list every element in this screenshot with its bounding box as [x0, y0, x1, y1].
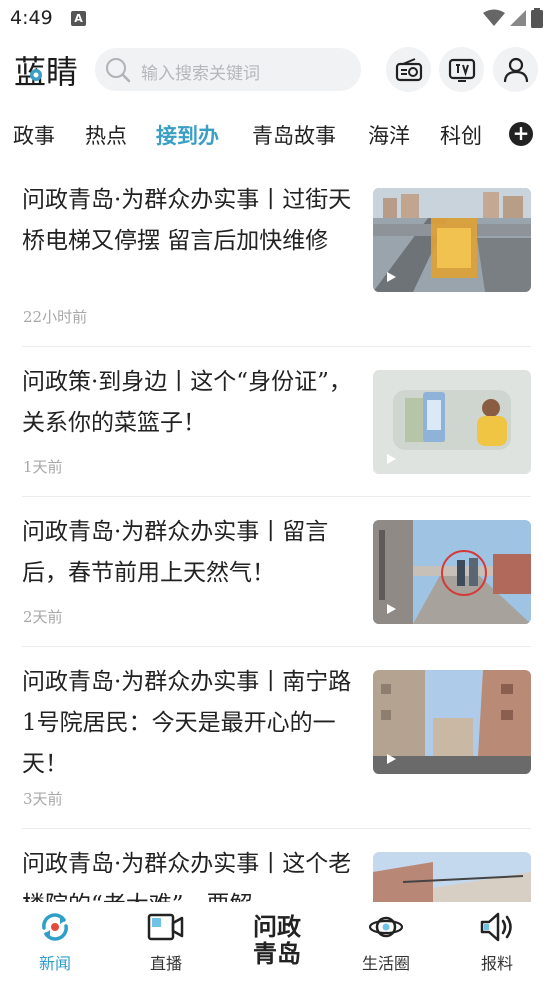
- battery-icon: [531, 8, 543, 28]
- list-item[interactable]: 问政策·到身边丨这个“身份证”，关系你的菜篮子！ 1天前: [22, 362, 531, 482]
- tab-hot[interactable]: 热点: [85, 120, 127, 150]
- refresh-news-icon: [42, 913, 68, 941]
- signal-icon: [510, 10, 526, 26]
- add-channel-icon[interactable]: +: [509, 122, 533, 146]
- divider: [22, 828, 531, 829]
- news-thumbnail: [373, 188, 531, 292]
- news-thumbnail: [373, 852, 531, 902]
- play-icon: [387, 272, 396, 282]
- list-item[interactable]: 问政青岛·为群众办实事丨这个老楼院的“老大难”，要解: [22, 844, 531, 902]
- svg-text:蓝睛: 蓝睛: [14, 53, 78, 90]
- status-time: 4:49: [10, 7, 53, 29]
- news-time: 2天前: [23, 608, 63, 626]
- channel-tabs: 政事 热点 接到办 青岛故事 海洋 科创 +: [0, 112, 553, 158]
- bottom-navigation: 新闻 直播 问政 青岛 生活圈 报料: [0, 902, 553, 984]
- speaker-icon: [480, 912, 512, 942]
- news-title: 问政青岛·为群众办实事丨这个老楼院的“老大难”，要解: [22, 851, 352, 902]
- notification-icon: A: [71, 11, 86, 26]
- list-item[interactable]: 问政青岛·为群众办实事丨南宁路1号院居民：今天是最开心的一天！ 3天前: [22, 662, 531, 812]
- divider: [22, 646, 531, 647]
- user-button[interactable]: [493, 47, 538, 92]
- tv-button[interactable]: [439, 47, 484, 92]
- news-time: 1天前: [23, 458, 63, 476]
- news-list: 问政青岛·为群众办实事丨过街天桥电梯又停摆 留言后加快维修 22小时前 问政策·…: [0, 170, 553, 902]
- status-icons: [483, 8, 543, 28]
- list-item[interactable]: 问政青岛·为群众办实事丨留言后，春节前用上天然气！ 2天前: [22, 512, 531, 632]
- app-logo: 蓝睛: [14, 53, 78, 90]
- news-title: 问政青岛·为群众办实事丨留言后，春节前用上天然气！: [22, 519, 329, 586]
- divider: [22, 496, 531, 497]
- video-camera-icon: [147, 913, 184, 941]
- nav-life-circle[interactable]: 生活圈: [346, 910, 426, 974]
- app-header: 蓝睛 输入搜索关键词: [0, 42, 553, 100]
- nav-report[interactable]: 报料: [457, 910, 537, 974]
- news-thumbnail: [373, 520, 531, 624]
- news-time: 3天前: [23, 790, 63, 808]
- nav-center-line1: 问政: [253, 913, 301, 941]
- news-thumbnail: [373, 670, 531, 774]
- nav-label: 报料: [480, 954, 513, 973]
- news-time: 22小时前: [23, 308, 88, 326]
- tab-jiedaoban[interactable]: 接到办: [156, 120, 219, 150]
- radio-button[interactable]: [386, 47, 431, 92]
- wifi-icon: [483, 9, 505, 26]
- nav-news[interactable]: 新闻: [15, 910, 95, 974]
- play-icon: [387, 754, 396, 764]
- tab-ocean[interactable]: 海洋: [368, 120, 410, 150]
- nav-label: 直播: [149, 954, 182, 973]
- search-icon: [106, 58, 131, 83]
- news-thumbnail: [373, 370, 531, 474]
- radio-icon: [395, 57, 422, 81]
- nav-live[interactable]: 直播: [126, 910, 206, 974]
- news-title: 问政青岛·为群众办实事丨过街天桥电梯又停摆 留言后加快维修: [22, 187, 352, 254]
- play-icon: [387, 604, 396, 614]
- play-icon: [387, 454, 396, 464]
- nav-center-line2: 青岛: [253, 940, 301, 968]
- nav-label: 新闻: [38, 954, 71, 973]
- tv-icon: [448, 58, 475, 82]
- tab-tech[interactable]: 科创: [440, 120, 482, 150]
- nav-wenzheng-qingdao[interactable]: 问政 青岛: [238, 914, 316, 968]
- news-title: 问政策·到身边丨这个“身份证”，关系你的菜篮子！: [22, 369, 352, 436]
- divider: [22, 346, 531, 347]
- search-placeholder: 输入搜索关键词: [141, 64, 260, 84]
- nav-label: 生活圈: [361, 954, 410, 973]
- news-title: 问政青岛·为群众办实事丨南宁路1号院居民：今天是最开心的一天！: [22, 669, 352, 777]
- list-item[interactable]: 问政青岛·为群众办实事丨过街天桥电梯又停摆 留言后加快维修 22小时前: [22, 180, 531, 330]
- status-bar: 4:49 A: [0, 0, 553, 38]
- tab-politics[interactable]: 政事: [13, 120, 55, 150]
- tab-qingdao-stories[interactable]: 青岛故事: [252, 120, 336, 150]
- search-input[interactable]: 输入搜索关键词: [95, 48, 361, 91]
- planet-icon: [368, 916, 404, 938]
- user-icon: [503, 57, 528, 82]
